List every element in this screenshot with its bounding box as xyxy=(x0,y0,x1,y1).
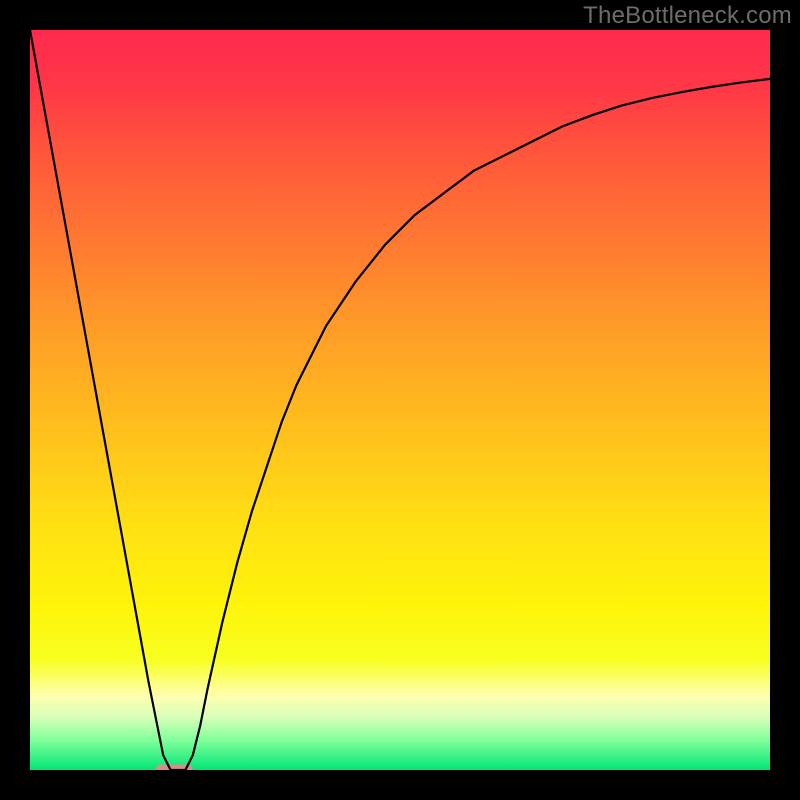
bottleneck-curve-chart xyxy=(30,30,770,770)
gradient-background xyxy=(30,30,770,770)
plot-area xyxy=(30,30,770,770)
watermark-text: TheBottleneck.com xyxy=(583,2,792,30)
chart-container: TheBottleneck.com xyxy=(0,0,800,800)
